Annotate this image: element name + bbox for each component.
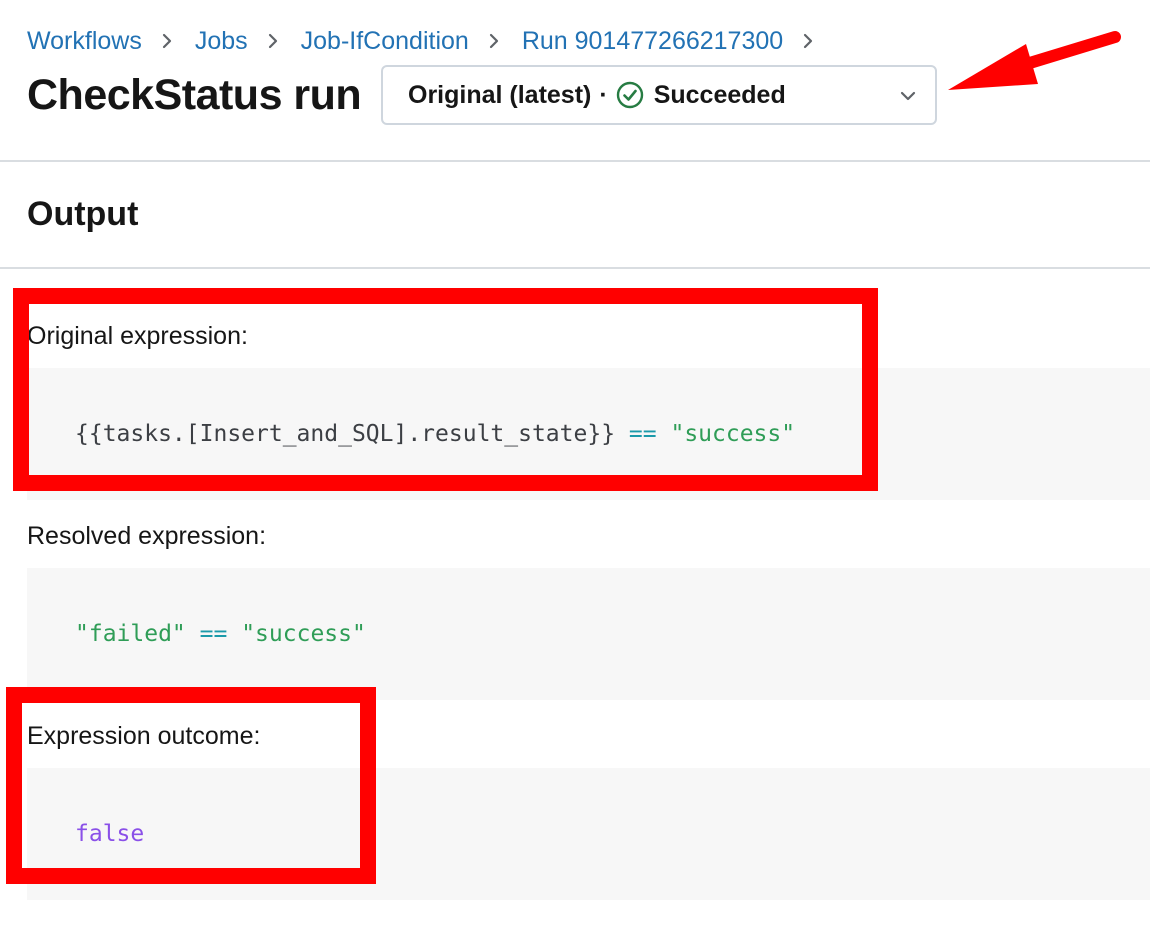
run-attempt-select[interactable]: Original (latest) · Succeeded: [381, 65, 937, 125]
run-attempt-label: Original (latest): [408, 80, 592, 109]
breadcrumb: Workflows Jobs Job-IfCondition Run 90147…: [27, 24, 836, 58]
code-token-string: "success": [670, 421, 796, 447]
expression-outcome-code: false: [27, 768, 1150, 900]
code-token-operator: ==: [199, 621, 228, 647]
breadcrumb-job[interactable]: Job-IfCondition: [301, 27, 469, 56]
breadcrumb-run[interactable]: Run 901477266217300: [522, 27, 783, 56]
chevron-right-icon: [162, 33, 171, 49]
code-token-boolean: false: [75, 821, 145, 847]
output-section-title: Output: [27, 195, 139, 233]
code-token-string: "success": [241, 621, 366, 647]
red-arrow-icon: [948, 31, 1121, 90]
output-divider: [0, 267, 1150, 269]
chevron-right-icon: [489, 33, 498, 49]
job-run-page: Workflows Jobs Job-IfCondition Run 90147…: [0, 0, 1150, 932]
run-status-text: Succeeded: [653, 80, 786, 109]
code-token-operator: ==: [628, 421, 657, 447]
page-title: CheckStatus run: [27, 71, 362, 119]
resolved-expression-code: "failed" == "success": [27, 568, 1150, 700]
breadcrumb-jobs[interactable]: Jobs: [195, 27, 248, 56]
chevron-right-icon: [804, 33, 813, 49]
chevron-right-icon: [268, 33, 277, 49]
original-expression-code: {{tasks.[Insert_and_SQL].result_state}} …: [27, 368, 1150, 500]
separator-dot: ·: [599, 80, 608, 109]
original-expression-label: Original expression:: [27, 322, 248, 350]
header-divider: [0, 160, 1150, 162]
resolved-expression-label: Resolved expression:: [27, 522, 267, 550]
chevron-down-icon: [900, 91, 916, 101]
code-token-template: {{tasks.[Insert_and_SQL].result_state}}: [75, 421, 616, 447]
expression-outcome-label: Expression outcome:: [27, 722, 261, 750]
breadcrumb-workflows[interactable]: Workflows: [27, 27, 142, 56]
check-circle-icon: [616, 81, 643, 109]
code-token-string: "failed": [75, 621, 186, 647]
